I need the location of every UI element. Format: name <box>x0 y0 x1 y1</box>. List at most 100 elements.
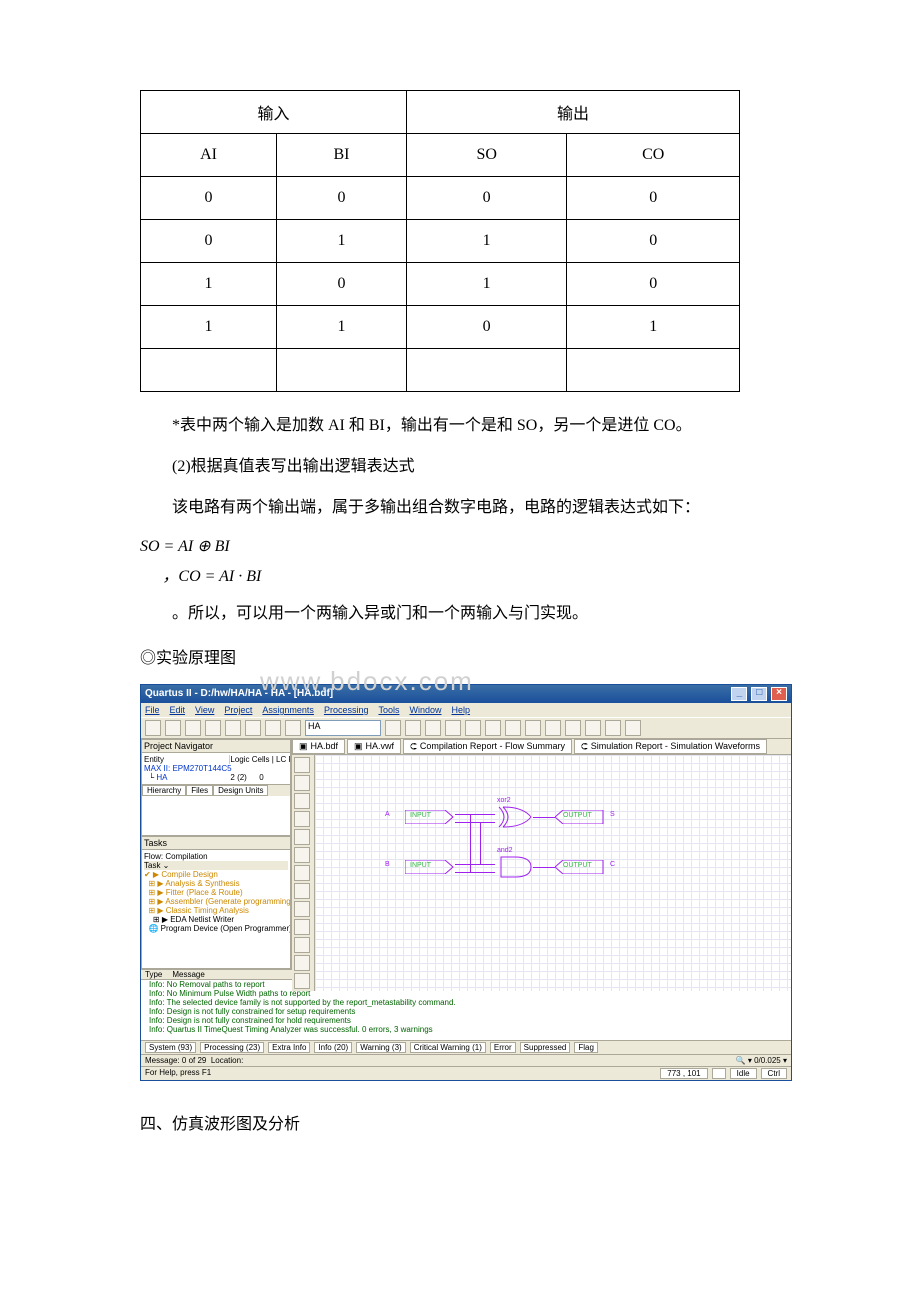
msg-tab-critical[interactable]: Critical Warning (1) <box>410 1042 486 1053</box>
input-label: INPUT <box>410 862 431 869</box>
msg-tab-suppressed[interactable]: Suppressed <box>520 1042 571 1053</box>
search-widget[interactable]: 🔍 ▾ 0/0.025 ▾ <box>736 1056 787 1065</box>
message-row[interactable]: Info: Design is not fully constrained fo… <box>141 1007 791 1016</box>
menubar[interactable]: File Edit View Project Assignments Proce… <box>141 703 791 717</box>
tab-hierarchy[interactable]: Hierarchy <box>142 785 186 796</box>
toolbar-icon[interactable] <box>265 720 281 736</box>
message-row[interactable]: Info: Quartus II TimeQuest Timing Analyz… <box>141 1025 791 1034</box>
menu-view[interactable]: View <box>195 705 214 715</box>
tool-icon[interactable] <box>294 757 310 773</box>
menu-help[interactable]: Help <box>452 705 471 715</box>
toolbar-icon[interactable] <box>605 720 621 736</box>
flow-label[interactable]: Flow: Compilation <box>144 852 288 861</box>
msg-tab-processing[interactable]: Processing (23) <box>200 1042 264 1053</box>
tab-sim-report[interactable]: ⮈Simulation Report - Simulation Waveform… <box>574 739 767 754</box>
tool-icon[interactable] <box>294 865 310 881</box>
menu-tools[interactable]: Tools <box>378 705 399 715</box>
message-row[interactable]: Info: Design is not fully constrained fo… <box>141 1016 791 1025</box>
toolbar-icon[interactable] <box>565 720 581 736</box>
toolbar-icon[interactable] <box>485 720 501 736</box>
tool-icon[interactable] <box>294 847 310 863</box>
task-item[interactable]: ⊞ ▶ Analysis & Synthesis <box>144 879 288 888</box>
task-item[interactable]: ⊞ ▶ Fitter (Place & Route) <box>144 888 288 897</box>
pin-c-label: C <box>610 861 615 868</box>
col-so: SO <box>406 134 566 177</box>
toolbar-icon[interactable] <box>585 720 601 736</box>
close-icon[interactable]: × <box>771 687 787 701</box>
task-item[interactable]: ✔ ▶ Compile Design <box>144 870 288 879</box>
col-co: CO <box>567 134 740 177</box>
tab-design-units[interactable]: Design Units <box>213 785 268 796</box>
msg-tab-flag[interactable]: Flag <box>574 1042 598 1053</box>
tool-icon[interactable] <box>294 937 310 953</box>
msg-tab-error[interactable]: Error <box>490 1042 516 1053</box>
toolbar-icon[interactable] <box>465 720 481 736</box>
message-row[interactable]: Info: The selected device family is not … <box>141 998 791 1007</box>
task-item[interactable]: ⊞ ▶ EDA Netlist Writer <box>144 915 288 924</box>
project-selector[interactable]: HA <box>305 720 381 736</box>
toolbar-icon[interactable] <box>185 720 201 736</box>
menu-edit[interactable]: Edit <box>170 705 186 715</box>
toolbar-icon[interactable] <box>145 720 161 736</box>
toolbar-icon[interactable] <box>225 720 241 736</box>
tab-vwf[interactable]: ▣HA.vwf <box>347 739 401 754</box>
regs-val: 0 <box>259 773 288 782</box>
maximize-icon[interactable]: □ <box>751 687 767 701</box>
formula-co: ，CO = AI · BI <box>162 562 820 586</box>
msg-tab-info[interactable]: Info (20) <box>314 1042 352 1053</box>
tool-icon[interactable] <box>294 919 310 935</box>
task-item[interactable]: ⊞ ▶ Classic Timing Analysis <box>144 906 288 915</box>
toolbar-icon[interactable] <box>245 720 261 736</box>
menu-assignments[interactable]: Assignments <box>262 705 314 715</box>
xor-gate-icon[interactable] <box>495 805 535 829</box>
menu-file[interactable]: File <box>145 705 160 715</box>
conclude-paragraph: 。所以，可以用一个两输入异或门和一个两输入与门实现。 <box>140 600 820 627</box>
tool-icon[interactable] <box>294 775 310 791</box>
tool-icon[interactable] <box>294 811 310 827</box>
tool-icon[interactable] <box>294 955 310 971</box>
tab-files[interactable]: Files <box>186 785 213 796</box>
toolbar: HA <box>141 717 791 739</box>
tab-bdf[interactable]: ▣HA.bdf <box>292 739 345 754</box>
device-row[interactable]: MAX II: EPM270T144C5 <box>144 764 288 773</box>
msg-tab-extra[interactable]: Extra Info <box>268 1042 310 1053</box>
tab-compile-report[interactable]: ⮈Compilation Report - Flow Summary <box>403 739 572 754</box>
toolbar-icon[interactable] <box>405 720 421 736</box>
cell <box>406 349 566 392</box>
task-item[interactable]: 🌐 Program Device (Open Programmer) <box>144 924 288 933</box>
toolbar-icon[interactable] <box>165 720 181 736</box>
schematic-canvas[interactable]: xor2 and2 A INPUT B <box>315 755 791 991</box>
toolbar-icon[interactable] <box>525 720 541 736</box>
window-title: Quartus II - D:/hw/HA/HA - HA - [HA.bdf] <box>145 688 333 699</box>
menu-processing[interactable]: Processing <box>324 705 369 715</box>
menu-project[interactable]: Project <box>224 705 252 715</box>
tool-icon[interactable] <box>294 973 310 989</box>
msg-tab-system[interactable]: System (93) <box>145 1042 196 1053</box>
toolbar-icon[interactable] <box>545 720 561 736</box>
toolbar-icon[interactable] <box>625 720 641 736</box>
toolbar-icon[interactable] <box>445 720 461 736</box>
tool-icon[interactable] <box>294 793 310 809</box>
and-gate-icon[interactable] <box>495 855 535 879</box>
task-item[interactable]: ⊞ ▶ Assembler (Generate programming file… <box>144 897 288 906</box>
entity-name[interactable]: └ HA <box>144 773 230 782</box>
cell <box>141 349 277 392</box>
hierarchy-tree[interactable]: Entity Logic Cells | LC Register MAX II:… <box>142 753 290 784</box>
pin-s-label: S <box>610 811 615 818</box>
cells-val: 2 (2) <box>230 773 259 782</box>
xor-label: xor2 <box>497 797 511 804</box>
tool-icon[interactable] <box>294 901 310 917</box>
toolbar-icon[interactable] <box>205 720 221 736</box>
toolbar-icon[interactable] <box>285 720 301 736</box>
toolbar-icon[interactable] <box>425 720 441 736</box>
titlebar[interactable]: Quartus II - D:/hw/HA/HA - HA - [HA.bdf]… <box>141 685 791 703</box>
msg-tab-warning[interactable]: Warning (3) <box>356 1042 406 1053</box>
toolbar-icon[interactable] <box>385 720 401 736</box>
tool-icon[interactable] <box>294 829 310 845</box>
minimize-icon[interactable]: _ <box>731 687 747 701</box>
cell: 0 <box>406 306 566 349</box>
help-hint: For Help, press F1 <box>145 1068 211 1079</box>
menu-window[interactable]: Window <box>409 705 441 715</box>
toolbar-icon[interactable] <box>505 720 521 736</box>
tool-icon[interactable] <box>294 883 310 899</box>
